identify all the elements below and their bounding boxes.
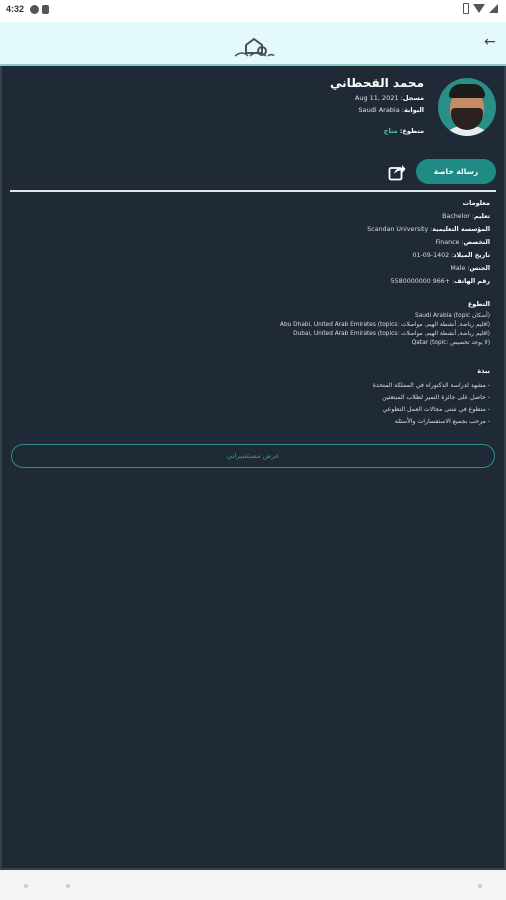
tour-row: (اقليم رياضة, أنشطة الهيم, مواصلات :Abu … bbox=[280, 322, 490, 328]
app-bar: ← bbox=[0, 22, 506, 66]
share-icon[interactable] bbox=[388, 163, 406, 181]
volunteer-status-line: متطوع: متاح bbox=[383, 127, 424, 135]
tours-title: التطوع bbox=[467, 300, 490, 308]
mosque-logo-icon bbox=[234, 37, 275, 57]
sync-icon bbox=[30, 5, 39, 14]
divider bbox=[10, 190, 496, 192]
nav-home-button[interactable] bbox=[66, 884, 70, 888]
registered-label: مسجل bbox=[402, 94, 424, 102]
gender-row: الجنس: Male bbox=[450, 265, 490, 272]
tour-row: (أسكان Saudi Arabia (topic bbox=[415, 313, 490, 319]
about-item: - متطوع في شتى مجالات العمل التطوعي bbox=[382, 406, 491, 413]
system-nav-bar bbox=[0, 870, 506, 900]
specialty-row: التخصص: Finance bbox=[435, 239, 490, 246]
institution-row: المؤسسة التعليمية: Scandan University bbox=[367, 226, 490, 233]
clock: 4:32 bbox=[6, 4, 25, 14]
status-bar: 4:32 bbox=[0, 0, 506, 22]
back-button[interactable]: ← bbox=[484, 34, 496, 50]
nav-back-button[interactable] bbox=[24, 884, 28, 888]
view-consultations-button[interactable]: عرض مستشيراتي bbox=[11, 444, 495, 468]
status-badge: متاح bbox=[383, 127, 398, 135]
education-row: تعليم: Bachelor bbox=[442, 213, 490, 220]
profile-name: محمد القحطاني bbox=[330, 76, 424, 90]
private-message-button[interactable]: رسالة خاصة bbox=[416, 159, 496, 184]
registered-line: مسجل: Aug 11, 2021 bbox=[354, 94, 424, 102]
vibrate-icon bbox=[463, 3, 469, 14]
sim-icon bbox=[42, 5, 49, 14]
about-item: - حاصل على جائزة التميز لطلاب المبتعثين bbox=[382, 394, 490, 401]
volunteer-label: متطوع bbox=[402, 127, 424, 135]
profile-screen: محمد القحطاني مسجل: Aug 11, 2021 البوابة… bbox=[0, 66, 506, 870]
about-item: - مرحب بجميع الاستفسارات والأسئلة bbox=[394, 418, 490, 425]
country-line: البوابة: Saudi Arabia bbox=[358, 106, 424, 114]
info-title: معلومات bbox=[462, 199, 490, 207]
about-title: نبذة bbox=[477, 367, 490, 375]
tour-row: (لا يوجد تخصيص :Qatar (topic bbox=[411, 340, 490, 346]
tour-row: (اقليم رياضة, أنشطة الهيم, مواصلات :Duba… bbox=[293, 331, 490, 337]
avatar bbox=[438, 78, 496, 136]
country-value: Saudi Arabia bbox=[358, 106, 400, 114]
country-label: البوابة bbox=[403, 106, 424, 114]
registered-date: Aug 11, 2021 bbox=[354, 94, 399, 102]
signal-icon bbox=[489, 4, 498, 13]
nav-recents-button[interactable] bbox=[478, 884, 482, 888]
phone-row: رقم الهاتف: +966 5580000000 bbox=[390, 278, 490, 285]
about-item: - مشهد لدراسة الدكتوراه في المملكة المتح… bbox=[372, 382, 490, 389]
wifi-icon bbox=[473, 4, 485, 13]
birthdate-row: تاريخ الميلاد: 1402-09-01 bbox=[412, 252, 490, 259]
